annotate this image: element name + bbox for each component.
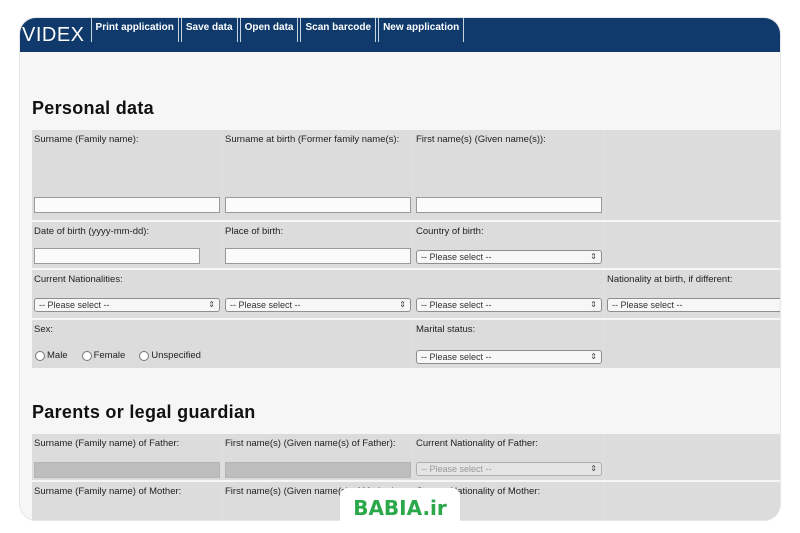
dob-input[interactable] <box>34 248 200 264</box>
mother-surname-cell: Surname (Family name) of Mother: <box>32 482 221 520</box>
father-surname-label: Surname (Family name) of Father: <box>34 438 180 449</box>
surname-birth-label: Surname at birth (Former family name(s): <box>225 134 400 145</box>
nationality-birth-select[interactable]: -- Please select -- <box>607 298 780 312</box>
nationality-birth-label: Nationality at birth, if different: <box>607 274 733 285</box>
current-nationalities-label: Current Nationalities: <box>34 274 123 285</box>
nationality-select-3[interactable]: -- Please select -- ⇕ <box>416 298 602 312</box>
app-window: VIDEX Print application Save data Open d… <box>20 18 780 520</box>
empty-cell <box>605 130 780 220</box>
app-logo: VIDEX <box>22 24 85 46</box>
surname-label: Surname (Family name): <box>34 134 139 145</box>
surname-cell: Surname (Family name): <box>32 130 221 220</box>
save-data-button[interactable]: Save data <box>180 18 238 42</box>
new-application-button[interactable]: New application <box>378 18 465 42</box>
place-birth-label: Place of birth: <box>225 226 284 237</box>
open-data-button[interactable]: Open data <box>239 18 299 42</box>
country-birth-cell: Country of birth: -- Please select -- ⇕ <box>414 222 603 268</box>
watermark-text: BABIA.ir <box>353 496 447 520</box>
radio-button[interactable] <box>35 350 45 361</box>
radio-button[interactable] <box>81 350 92 361</box>
father-nationality-cell: Current Nationality of Father: -- Please… <box>414 434 603 480</box>
form-content: Personal data Surname (Family name): Sur… <box>20 52 780 520</box>
marital-cell: Marital status: -- Please select -- ⇕ <box>414 320 603 368</box>
select-arrow-icon: ⇕ <box>590 300 597 309</box>
first-names-label: First name(s) (Given name(s)): <box>416 134 546 145</box>
select-arrow-icon: ⇕ <box>208 300 215 309</box>
father-first-label: First name(s) (Given name(s) of Father): <box>225 438 396 449</box>
father-first-input[interactable] <box>225 462 411 478</box>
nationality-select-3-value: -- Please select -- <box>421 300 492 310</box>
father-surname-cell: Surname (Family name) of Father: <box>32 434 221 480</box>
marital-label: Marital status: <box>416 324 476 335</box>
empty-cell <box>605 320 780 368</box>
select-arrow-icon: ⇕ <box>590 252 597 261</box>
parents-title: Parents or legal guardian <box>32 402 256 422</box>
main-menu: Print application Save data Open data Sc… <box>90 18 467 52</box>
radio-button[interactable] <box>139 350 150 361</box>
sex-option-female[interactable]: Female <box>81 350 126 361</box>
place-birth-cell: Place of birth: <box>223 222 412 268</box>
surname-birth-input[interactable] <box>225 197 411 213</box>
empty-cell <box>605 222 780 268</box>
sex-radio-group: Male Female Unspecified <box>35 350 215 361</box>
father-row: Surname (Family name) of Father: First n… <box>32 434 780 480</box>
watermark-logo: BABIA.ir <box>340 488 460 528</box>
dob-cell: Date of birth (yyyy-mm-dd): <box>32 222 221 268</box>
country-birth-label: Country of birth: <box>416 226 484 237</box>
father-nationality-label: Current Nationality of Father: <box>416 438 538 449</box>
surname-input[interactable] <box>34 197 220 213</box>
nationality-birth-select-value: -- Please select -- <box>612 300 683 310</box>
name-row: Surname (Family name): Surname at birth … <box>32 130 780 220</box>
dob-label: Date of birth (yyyy-mm-dd): <box>34 226 150 237</box>
sex-cell: Sex: Male Female Unspecified <box>32 320 412 368</box>
sex-option-label: Female <box>93 350 126 361</box>
first-names-cell: First name(s) (Given name(s)): <box>414 130 603 220</box>
sex-option-label: Male <box>47 350 68 361</box>
nationality-select-1-value: -- Please select -- <box>39 300 110 310</box>
personal-data-title: Personal data <box>32 98 154 118</box>
country-birth-select[interactable]: -- Please select -- ⇕ <box>416 250 602 264</box>
scan-barcode-button[interactable]: Scan barcode <box>300 18 377 42</box>
select-arrow-icon: ⇕ <box>590 352 597 361</box>
top-menu-bar: VIDEX Print application Save data Open d… <box>20 18 780 52</box>
sex-option-male[interactable]: Male <box>35 350 68 361</box>
nationalities-row: Current Nationalities: -- Please select … <box>32 270 780 318</box>
nationality-select-1[interactable]: -- Please select -- ⇕ <box>34 298 220 312</box>
nationality-birth-cell: Nationality at birth, if different: -- P… <box>605 270 780 318</box>
empty-cell <box>605 482 780 520</box>
print-application-button[interactable]: Print application <box>90 18 179 42</box>
sex-label: Sex: <box>34 324 54 335</box>
surname-birth-cell: Surname at birth (Former family name(s): <box>223 130 412 220</box>
sex-option-unspecified[interactable]: Unspecified <box>139 350 201 361</box>
father-first-cell: First name(s) (Given name(s) of Father): <box>223 434 412 480</box>
first-names-input[interactable] <box>416 197 602 213</box>
mother-surname-label: Surname (Family name) of Mother: <box>34 486 182 497</box>
nationality-select-2-value: -- Please select -- <box>230 300 301 310</box>
father-surname-input[interactable] <box>34 462 220 478</box>
select-arrow-icon: ⇕ <box>399 300 406 309</box>
birth-row: Date of birth (yyyy-mm-dd): Place of bir… <box>32 222 780 268</box>
place-birth-input[interactable] <box>225 248 411 264</box>
nationality-select-2[interactable]: -- Please select -- ⇕ <box>225 298 411 312</box>
sex-option-label: Unspecified <box>151 350 201 361</box>
country-birth-select-value: -- Please select -- <box>421 252 492 262</box>
father-nationality-select[interactable]: -- Please select -- ⇕ <box>416 462 602 476</box>
father-nationality-select-value: -- Please select -- <box>421 464 492 474</box>
empty-cell <box>605 434 780 480</box>
sex-marital-row: Sex: Male Female Unspecified Marital sta… <box>32 320 780 368</box>
marital-select[interactable]: -- Please select -- ⇕ <box>416 350 602 364</box>
marital-select-value: -- Please select -- <box>421 352 492 362</box>
select-arrow-icon: ⇕ <box>590 464 597 473</box>
